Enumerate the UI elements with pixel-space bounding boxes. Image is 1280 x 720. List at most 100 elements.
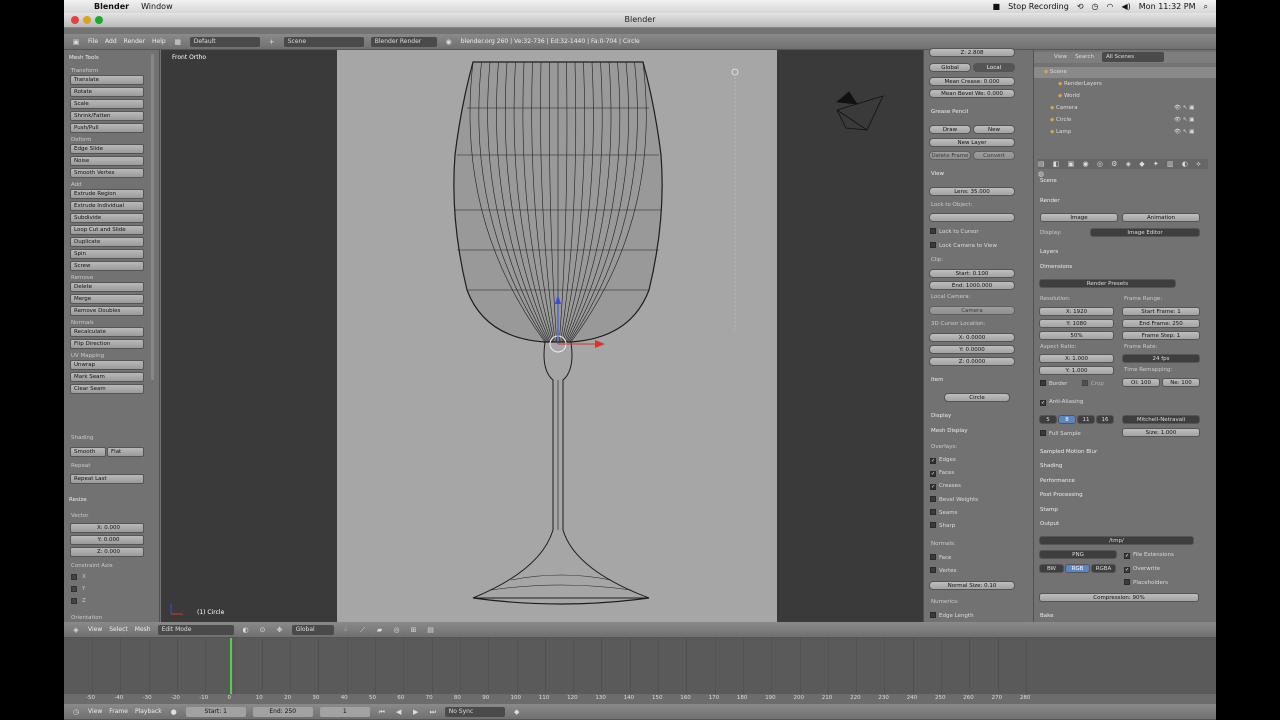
manipulator-icon[interactable]: ✥ [275, 625, 285, 635]
editor-type-icon[interactable]: ▣ [71, 37, 81, 47]
vector-x-field[interactable]: X: 0.000 [70, 523, 144, 533]
overlay-checkbox[interactable]: ✓ Edges [930, 457, 956, 464]
new-layer-button[interactable]: New Layer [929, 138, 1015, 147]
render-animation-button[interactable]: Animation [1122, 213, 1200, 222]
checkbox-icon[interactable]: ✓ [1124, 553, 1130, 559]
checkbox-icon[interactable] [930, 612, 936, 618]
overlay-checkbox[interactable]: Bevel Weights [930, 496, 978, 503]
aa-samples-button[interactable]: 5 [1039, 415, 1057, 424]
checkbox-icon[interactable] [1124, 579, 1130, 585]
3d-viewport[interactable]: Front Ortho (1) Circle [161, 50, 988, 622]
menu-view[interactable]: View [88, 626, 102, 633]
aa-samples-button[interactable]: 8 [1058, 415, 1076, 424]
new-button[interactable]: New [973, 125, 1015, 134]
select-vertex-icon[interactable]: ⁘ [341, 625, 351, 635]
time-new-field[interactable]: Ne: 100 [1162, 378, 1200, 387]
res-x-field[interactable]: X: 1920 [1039, 307, 1114, 316]
mode-select[interactable]: Edit Mode [157, 624, 234, 635]
checkbox-icon[interactable] [930, 522, 936, 528]
overlay-checkbox[interactable]: ✓ Creases [930, 483, 961, 490]
dimensions-title[interactable]: Dimensions [1040, 264, 1072, 270]
mesh-tools-title[interactable]: Mesh Tools [69, 55, 99, 61]
start-frame-field[interactable]: Start Frame: 1 [1122, 307, 1200, 316]
post-processing-title[interactable]: Post Processing [1040, 492, 1083, 498]
tool-button[interactable]: Screw [70, 261, 144, 271]
checkbox-icon[interactable] [930, 242, 936, 248]
color-mode-button[interactable]: BW [1039, 564, 1064, 573]
viewport-shading-icon[interactable]: ◐ [241, 625, 251, 635]
keying-icon[interactable]: ◆ [512, 707, 522, 717]
shading-title[interactable]: Shading [1040, 463, 1062, 469]
crop-checkbox[interactable]: Crop [1082, 380, 1104, 387]
end-frame-field[interactable]: End Frame: 250 [1122, 319, 1200, 328]
resize-title[interactable]: Resize [69, 497, 87, 503]
convert-button[interactable]: Convert [973, 151, 1015, 160]
cursor-x-field[interactable]: X: 0.0000 [929, 333, 1015, 342]
checkbox-icon[interactable]: ✓ [930, 458, 936, 464]
outliner-row[interactable]: ◆ RenderLayers [1034, 79, 1216, 90]
window-menu[interactable]: Window [141, 2, 173, 11]
record-icon[interactable]: ■ [993, 2, 1001, 11]
format-select[interactable]: PNG [1039, 550, 1117, 559]
checkbox-icon[interactable]: ✓ [1040, 400, 1046, 406]
color-mode-button[interactable]: RGBA [1091, 564, 1116, 573]
layout-select[interactable]: Default [189, 36, 260, 47]
editor-type-icon[interactable]: ◷ [71, 707, 81, 717]
local-camera-field[interactable]: Camera [929, 306, 1015, 315]
aa-size-field[interactable]: Size: 1.000 [1122, 428, 1200, 437]
jump-end-icon[interactable]: ⏭ [428, 707, 438, 717]
aspect-x-field[interactable]: X: 1.000 [1039, 354, 1114, 363]
tool-button[interactable]: Extrude Region [70, 189, 144, 199]
display-title[interactable]: Display [931, 413, 951, 419]
menu-playback[interactable]: Playback [135, 708, 162, 715]
z-location-field[interactable]: Z: 2.808 [929, 48, 1015, 57]
tool-button[interactable]: Translate [70, 75, 144, 85]
checkbox-icon[interactable] [1040, 430, 1046, 436]
sync-icon[interactable]: ⟲ [1077, 2, 1084, 11]
global-tab[interactable]: Global [929, 63, 971, 72]
item-name-field[interactable]: Circle [944, 393, 1010, 402]
lock-object-field[interactable] [929, 213, 1015, 222]
checkbox-icon[interactable]: ✓ [930, 471, 936, 477]
output-path-field[interactable]: /tmp/ [1039, 536, 1194, 545]
mesh-display-title[interactable]: Mesh Display [931, 428, 968, 434]
add-layout-icon[interactable]: + [267, 37, 277, 47]
normal-checkbox[interactable]: Vertex [930, 567, 957, 574]
tool-button[interactable]: Merge [70, 294, 144, 304]
tool-button[interactable]: Recalculate [70, 327, 144, 337]
wifi-icon[interactable]: ◠ [1107, 2, 1114, 11]
axis-checkbox[interactable] [71, 574, 77, 580]
border-checkbox[interactable]: Border [1040, 380, 1067, 387]
render-image-button[interactable]: Image [1040, 213, 1118, 222]
lock-camera-checkbox[interactable]: Lock Camera to View [930, 242, 997, 249]
anti-aliasing-checkbox[interactable]: ✓ Anti-Aliasing [1040, 399, 1083, 406]
placeholders-checkbox[interactable]: Placeholders [1124, 579, 1168, 586]
grease-pencil-title[interactable]: Grease Pencil [931, 109, 968, 115]
render-presets-select[interactable]: Render Presets [1039, 279, 1176, 288]
checkbox-icon[interactable] [1082, 380, 1088, 386]
menu-mesh[interactable]: Mesh [135, 626, 151, 633]
time-old-field[interactable]: Ol: 100 [1122, 378, 1160, 387]
vector-y-field[interactable]: Y: 0.000 [70, 535, 144, 545]
clock-icon[interactable]: ◷ [1092, 2, 1099, 11]
flat-button[interactable]: Flat [107, 447, 144, 457]
file-extensions-checkbox[interactable]: ✓ File Extensions [1124, 552, 1174, 559]
aa-samples-button[interactable]: 11 [1077, 415, 1095, 424]
checkbox-icon[interactable] [930, 567, 936, 573]
play-icon[interactable]: ▶ [411, 707, 421, 717]
menubar-clock[interactable]: Mon 11:32 PM [1139, 2, 1196, 11]
tool-button[interactable]: Unwrap [70, 360, 144, 370]
visibility-icon[interactable]: 👁 ↖ ▣ [1174, 127, 1194, 138]
menu-add[interactable]: Add [105, 38, 117, 45]
visibility-icon[interactable]: 👁 ↖ ▣ [1174, 103, 1194, 114]
frame-step-field[interactable]: Frame Step: 1 [1122, 331, 1200, 340]
full-sample-checkbox[interactable]: Full Sample [1040, 430, 1081, 437]
outliner-row[interactable]: ◆ Scene [1034, 67, 1216, 78]
jump-start-icon[interactable]: ⏮ [377, 707, 387, 717]
lens-field[interactable]: Lens: 35.000 [929, 187, 1015, 196]
tool-button[interactable]: Spin [70, 249, 144, 259]
tool-button[interactable]: Push/Pull [70, 123, 144, 133]
checkbox-icon[interactable] [930, 228, 936, 234]
select-edge-icon[interactable]: ⟋ [358, 625, 368, 635]
play-reverse-icon[interactable]: ◀ [394, 707, 404, 717]
